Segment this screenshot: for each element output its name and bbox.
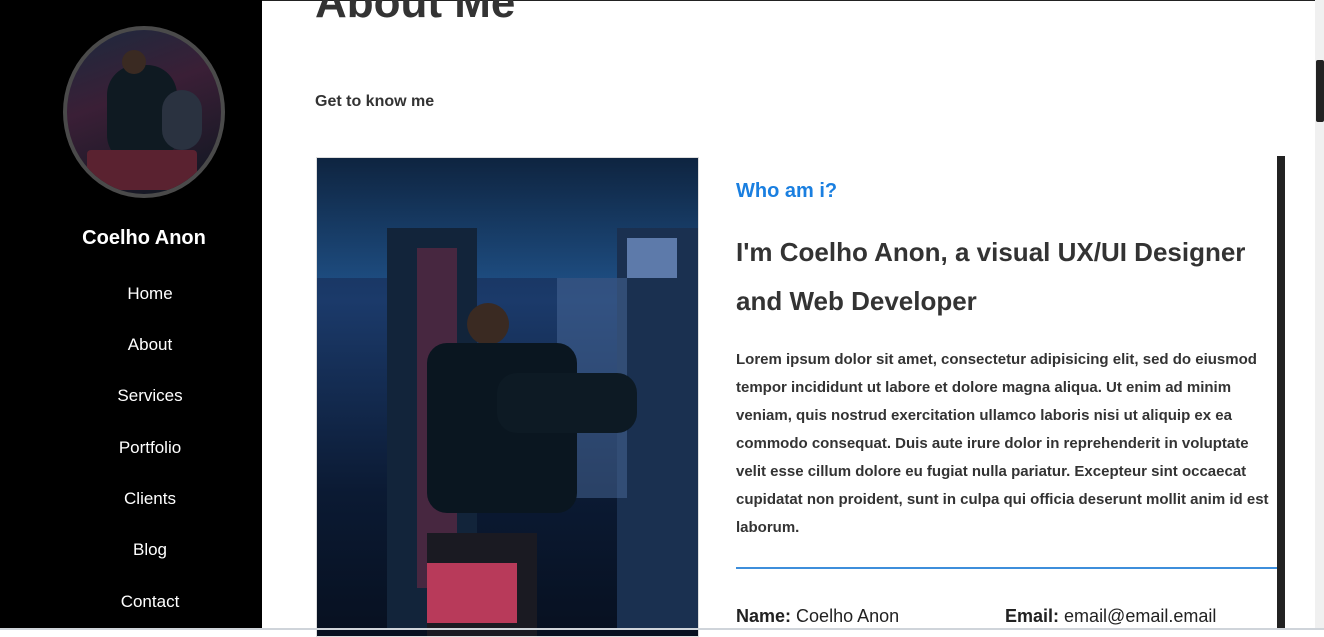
headline: I'm Coelho Anon, a visual UX/UI Designer…	[736, 237, 1246, 316]
name-value: Coelho Anon	[796, 606, 900, 626]
page-scrollbar-thumb[interactable]	[1316, 60, 1324, 122]
name-label: Name:	[736, 606, 792, 626]
nav-portfolio[interactable]: Portfolio	[0, 438, 300, 458]
nav-contact[interactable]: Contact	[0, 592, 300, 612]
divider	[736, 567, 1277, 569]
bio-text: Lorem ipsum dolor sit amet, consectetur …	[736, 351, 1269, 536]
info-email: Email: email@email.email	[1005, 606, 1216, 627]
nav-blog[interactable]: Blog	[0, 540, 300, 560]
sidebar: Coelho Anon Home About Services Portfoli…	[0, 0, 262, 630]
profile-photo	[316, 157, 699, 637]
email-label: Email:	[1005, 606, 1060, 626]
nav-services[interactable]: Services	[0, 386, 300, 406]
profile-name: Coelho Anon	[82, 227, 206, 249]
nav-clients[interactable]: Clients	[0, 489, 300, 509]
who-am-i-heading: Who am i?	[736, 180, 838, 202]
email-value: email@email.email	[1064, 606, 1217, 626]
page-subtitle: Get to know me	[315, 93, 435, 110]
page-title: About Me	[315, 0, 516, 27]
nav-home[interactable]: Home	[0, 284, 300, 304]
avatar	[63, 26, 225, 198]
info-name: Name: Coelho Anon	[736, 606, 899, 627]
content-scrollbar[interactable]	[1277, 156, 1285, 630]
nav-about[interactable]: About	[0, 335, 300, 355]
